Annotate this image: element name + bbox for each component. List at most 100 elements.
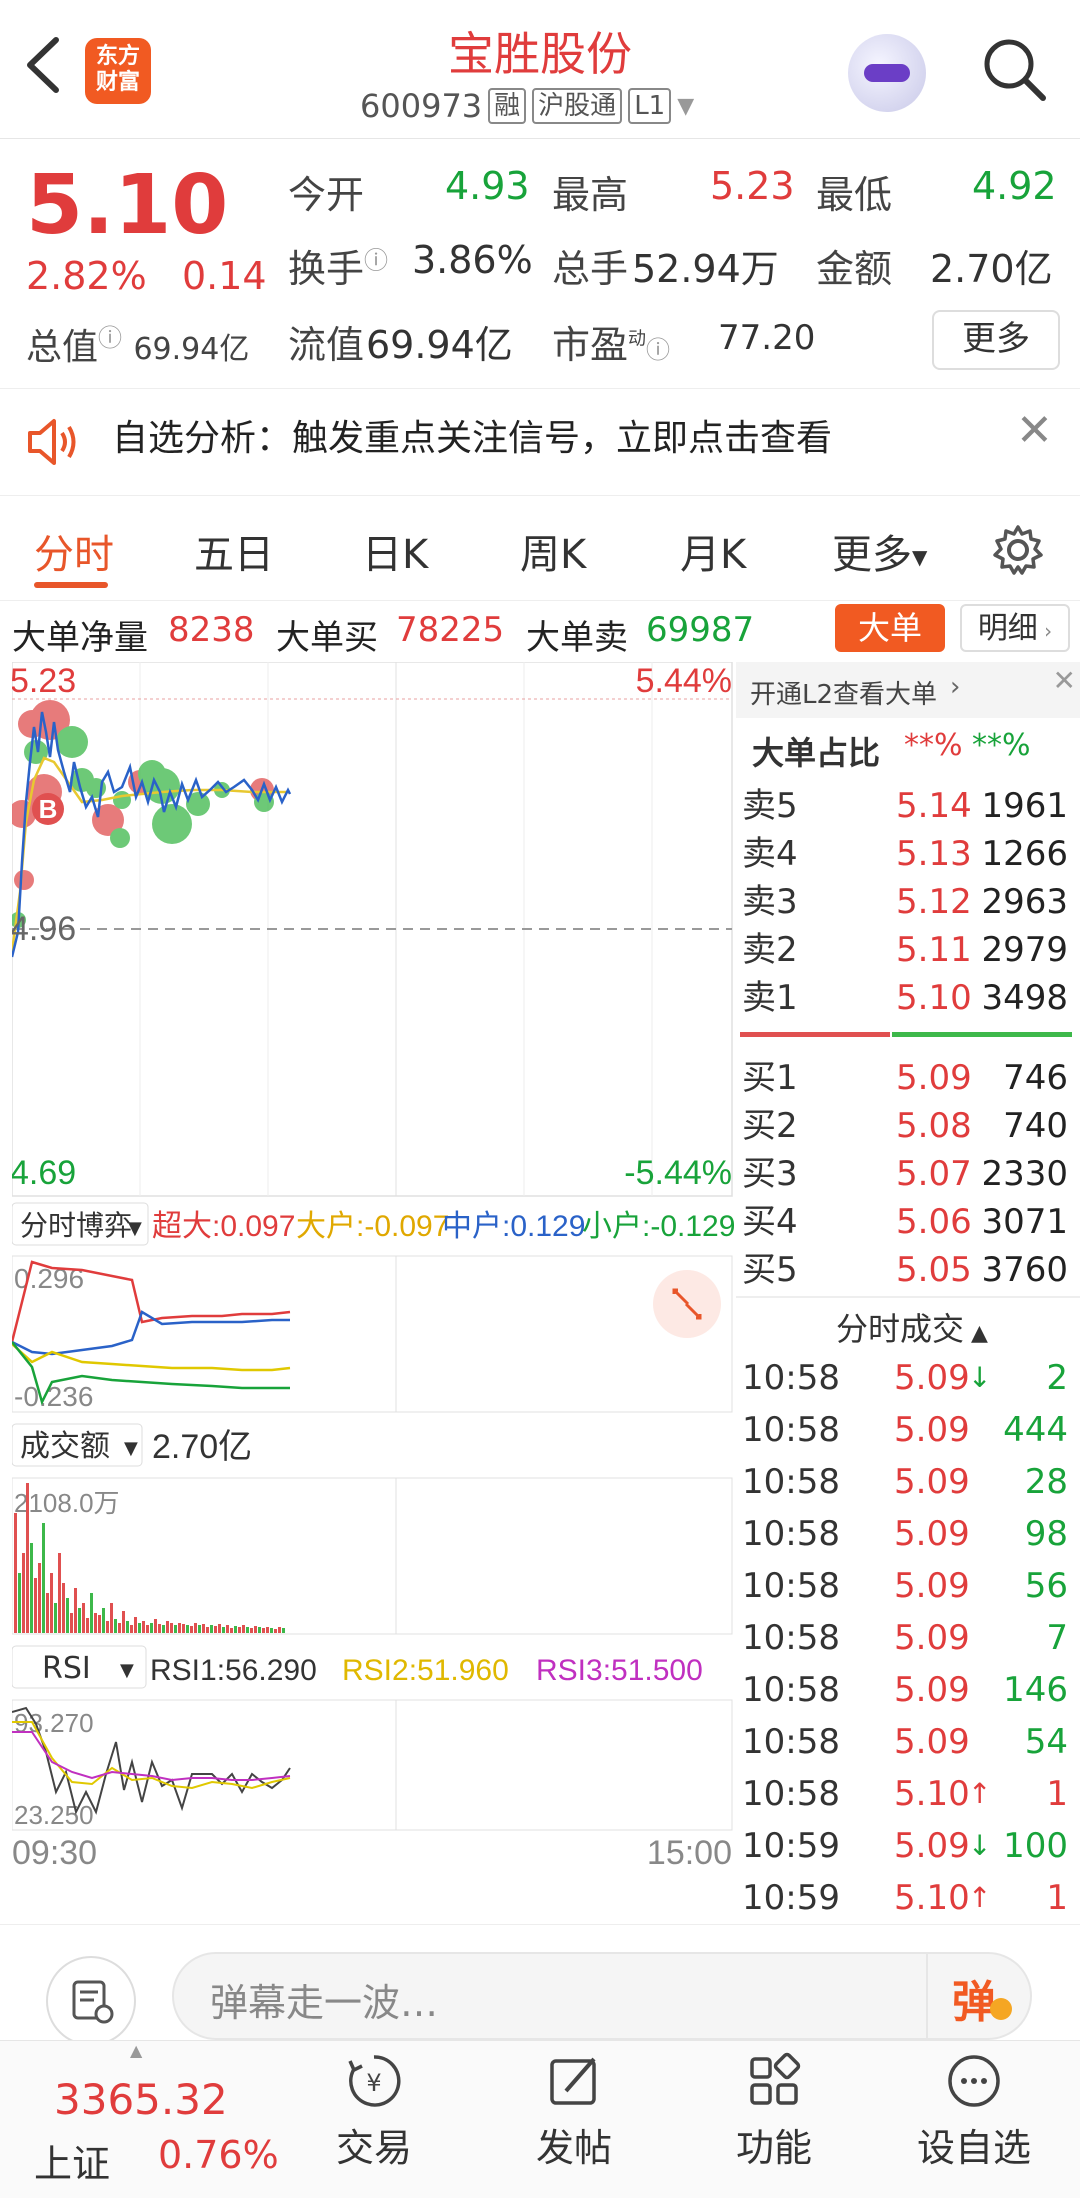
bid-row[interactable]: 买2 5.08 740	[736, 1102, 1076, 1150]
tab-daily-k[interactable]: 日K	[362, 522, 428, 580]
rsi2-value: RSI2:51.960	[342, 1654, 509, 1687]
volume-bar	[98, 1615, 101, 1633]
tab-monthly-k[interactable]: 月K	[680, 522, 746, 580]
stock-code-row[interactable]: 600973 融 沪股通 L1 ▼	[360, 84, 694, 128]
volume-bar	[262, 1628, 265, 1633]
nav-function[interactable]: 功能	[694, 2051, 854, 2172]
danmu-send-button[interactable]: 弹	[926, 1954, 1034, 2038]
price-high-label: 5.23	[12, 662, 76, 700]
ask-row[interactable]: 卖5 5.14 1961	[736, 782, 1076, 830]
close-icon[interactable]: ✕	[1016, 405, 1053, 456]
volume-bar	[74, 1588, 77, 1633]
volume-bar	[158, 1624, 161, 1633]
bobo-super: 超大:0.097	[152, 1210, 295, 1243]
bid-row[interactable]: 买1 5.09 746	[736, 1054, 1076, 1102]
volume-bar	[118, 1623, 121, 1633]
volume-bar	[90, 1593, 93, 1633]
trades-list[interactable]: 10:58 5.09 ↓ 2 10:58 5.09 444 10:58 5.09 28 10:58 5…	[736, 1352, 1080, 1918]
index-name[interactable]: 上证	[34, 2133, 110, 2188]
more-button[interactable]: 更多	[932, 310, 1060, 370]
bid-row[interactable]: 买4 5.06 3071	[736, 1198, 1076, 1246]
bobo-mid: 中户:0.129	[442, 1210, 585, 1243]
close-icon[interactable]: ✕	[1053, 664, 1076, 697]
amount-indicator-label[interactable]: 成交额	[20, 1429, 110, 1464]
divider	[736, 1296, 1080, 1298]
speaker-icon	[26, 417, 82, 471]
volume-bar	[86, 1618, 89, 1633]
volume-bar	[58, 1553, 61, 1633]
index-value[interactable]: 3365.32	[54, 2075, 228, 2124]
volume-bar	[78, 1608, 81, 1633]
big-order-button[interactable]: 大单	[835, 604, 945, 652]
index-pct[interactable]: 0.76%	[158, 2133, 279, 2177]
tab-five-day[interactable]: 五日	[194, 522, 274, 580]
turnover-label: 换手ⓘ	[288, 246, 389, 291]
tab-weekly-k[interactable]: 周K	[520, 522, 586, 580]
bobo-bottom-label: -0.236	[14, 1381, 93, 1412]
volume-bar	[218, 1624, 221, 1633]
volume-bar	[198, 1625, 201, 1633]
trade-row: 10:58 5.09 54	[742, 1722, 1068, 1762]
volume-bar	[210, 1625, 213, 1633]
nav-post[interactable]: 发帖	[494, 2051, 654, 2172]
net-value: 8238	[168, 610, 255, 650]
volume-label: 总手	[552, 247, 629, 291]
ask-row[interactable]: 卖1 5.10 3498	[736, 974, 1076, 1022]
time-end: 15:00	[647, 1834, 732, 1872]
trade-row: 10:58 5.09 444	[742, 1410, 1068, 1450]
volume-bar	[226, 1625, 229, 1633]
volume-bar	[110, 1603, 113, 1633]
rsi-indicator-label[interactable]: RSI	[42, 1651, 91, 1686]
pct-low-label: -5.44%	[624, 1154, 732, 1192]
volume-bar	[146, 1625, 149, 1633]
order-book-panel: 开通L2查看大单 › ✕ 大单占比 **% **% 卖5 5.14 1961 卖4 5.…	[736, 662, 1080, 1924]
bid-strength-bar	[892, 1032, 1072, 1037]
volume-bar	[150, 1623, 153, 1633]
bid-row[interactable]: 买5 5.05 3760	[736, 1246, 1076, 1294]
volume-bar	[202, 1624, 205, 1633]
danmu-input[interactable]: 弹幕走一波… 弹	[172, 1952, 1032, 2040]
time-start: 09:30	[12, 1834, 97, 1872]
trades-header[interactable]: 分时成交 ▲	[836, 1304, 988, 1350]
gear-icon[interactable]	[990, 522, 1046, 582]
svg-text:▼: ▼	[128, 1218, 142, 1239]
tab-underline	[34, 582, 108, 588]
volume-bar	[30, 1543, 33, 1633]
volume-value: 52.94万	[632, 247, 779, 291]
volume-bar	[234, 1626, 237, 1633]
nav-add-watchlist[interactable]: 设自选	[894, 2051, 1054, 2172]
volume-bar	[166, 1621, 169, 1633]
pe-label: 市盈动ⓘ	[552, 323, 671, 367]
l2-link[interactable]: 开通L2查看大单 › ✕	[736, 662, 1080, 718]
volume-bar	[162, 1625, 165, 1633]
bobo-small: 小户:-0.129	[582, 1210, 734, 1243]
notice-bar[interactable]: 自选分析：触发重点关注信号，立即点击查看 ✕	[0, 388, 1080, 496]
buy-marker: B	[39, 794, 58, 824]
tab-intraday[interactable]: 分时	[34, 522, 114, 580]
volume-bar	[34, 1578, 37, 1633]
pe-value: 77.20	[718, 318, 816, 358]
ask-row[interactable]: 卖4 5.13 1266	[736, 830, 1076, 878]
detail-button[interactable]: 明细 ›	[960, 604, 1070, 652]
volume-bar	[222, 1627, 225, 1633]
notice-text: 自选分析：触发重点关注信号，立即点击查看	[112, 418, 833, 459]
danmu-placeholder: 弹幕走一波…	[210, 1981, 439, 2025]
volume-bar	[26, 1483, 29, 1633]
nav-trade[interactable]: ¥ 交易	[294, 2051, 454, 2172]
ask-row[interactable]: 卖3 5.12 2963	[736, 878, 1076, 926]
info-icon[interactable]: ⓘ	[98, 324, 122, 352]
tab-more[interactable]: 更多▼	[832, 522, 927, 580]
volume-bar	[82, 1603, 85, 1633]
high-value: 5.23	[710, 164, 795, 208]
intraday-chart-panel[interactable]: B 5.23 4.96 4.69 5.44% -5.44% 分时博弈 ▼ 超大:…	[8, 661, 735, 1872]
volume-bar	[254, 1626, 257, 1633]
turnover-value: 3.86%	[412, 238, 533, 282]
robot-assistant-icon[interactable]	[848, 34, 926, 112]
bid-row[interactable]: 买3 5.07 2330	[736, 1150, 1076, 1198]
danmu-settings-icon[interactable]	[46, 1956, 136, 2046]
volume-bar	[206, 1627, 209, 1633]
ask-row[interactable]: 卖2 5.11 2979	[736, 926, 1076, 974]
bobo-label[interactable]: 分时博弈	[20, 1209, 132, 1242]
ratio-red: **%	[904, 728, 963, 763]
search-icon[interactable]	[975, 30, 1055, 110]
